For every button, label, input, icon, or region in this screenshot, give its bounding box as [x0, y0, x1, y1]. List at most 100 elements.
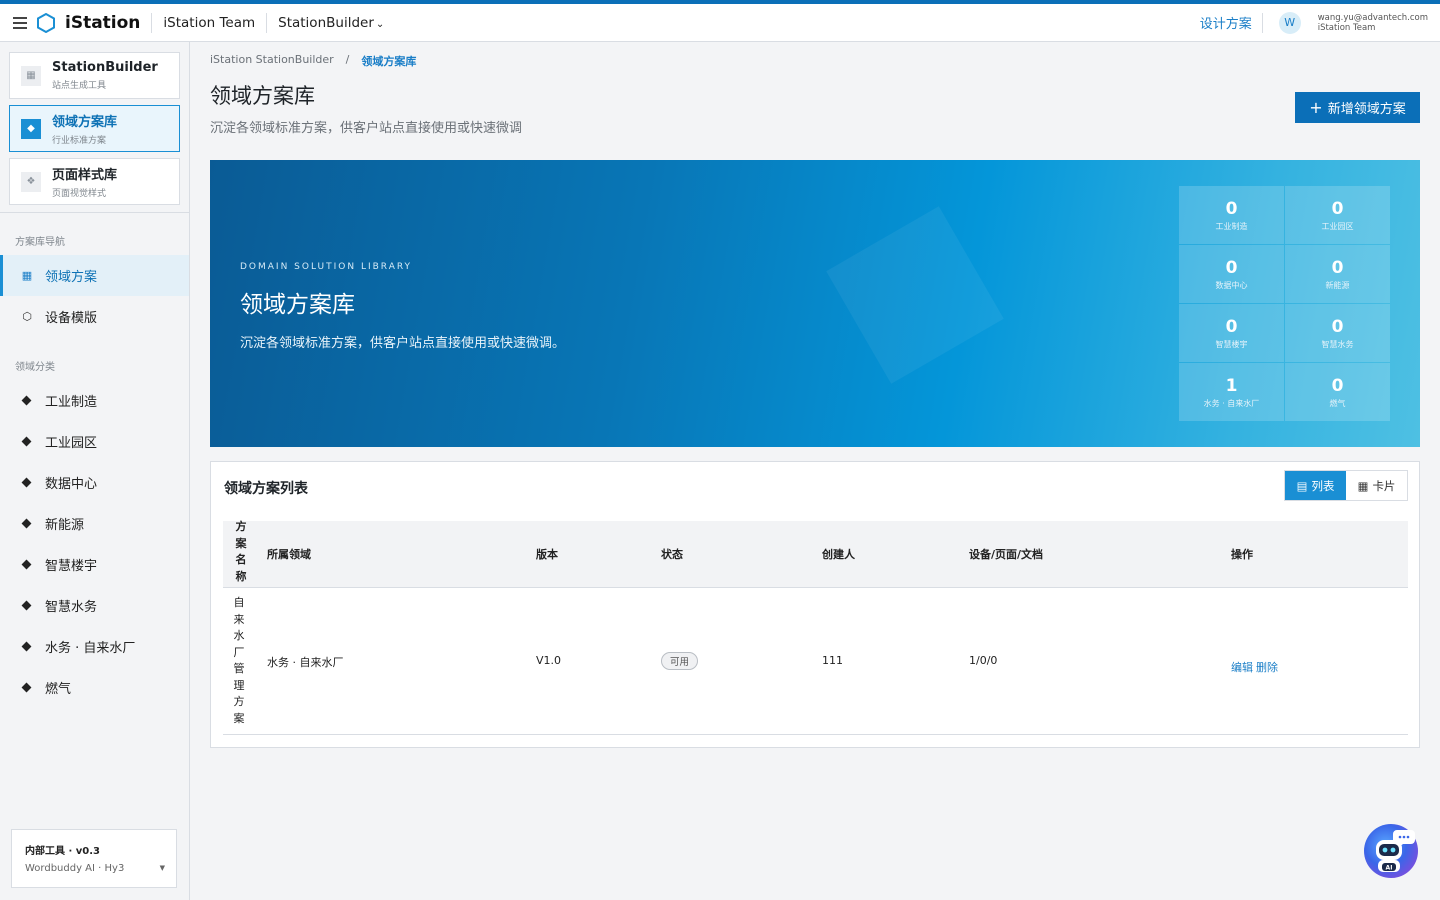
breadcrumb-root[interactable]: iStation StationBuilder — [210, 53, 334, 69]
stats-grid: 0 工业制造 0 工业园区 0 数据中心 0 新能源 0 智慧楼宇 0 智慧水务 1 水务 ·… — [1179, 186, 1390, 421]
top-bar: iStation iStation Team StationBuilder ⌄ … — [0, 4, 1440, 42]
cell-version: V1.0 — [536, 654, 562, 667]
diamond-icon — [21, 518, 32, 529]
stat-value: 0 — [1331, 316, 1344, 337]
category-item[interactable]: 水务 · 自来水厂 — [0, 626, 189, 667]
category-label: 智慧楼宇 — [45, 559, 98, 574]
internal-tool-selector[interactable]: 内部工具 · v0.3 Wordbuddy AI · Hy3 ▼ — [11, 829, 177, 888]
category-item[interactable]: 数据中心 — [0, 462, 189, 503]
cell-creator: 111 — [822, 654, 843, 667]
category-label: 新能源 — [45, 518, 85, 533]
stat-card[interactable]: 0 工业园区 — [1285, 186, 1390, 244]
stat-label: 水务 · 自来水厂 — [1203, 398, 1260, 408]
cell-counts: 1/0/0 — [969, 654, 998, 667]
view-list-button[interactable]: ▤ 列表 — [1285, 471, 1346, 500]
user-email: wang.yu@advantech.com — [1317, 12, 1428, 23]
robot-icon: AI — [1376, 830, 1415, 872]
edit-link[interactable]: 编辑 — [1231, 659, 1253, 675]
breadcrumb-separator: / — [345, 53, 350, 66]
stat-card[interactable]: 0 新能源 — [1285, 245, 1390, 303]
app-card-page-styles[interactable]: ❖ 页面样式库 页面视觉样式 — [9, 158, 180, 205]
product-switcher[interactable]: StationBuilder ⌄ — [278, 15, 384, 31]
stat-value: 0 — [1225, 257, 1238, 278]
category-label: 燃气 — [45, 682, 72, 697]
stat-label: 工业制造 — [1215, 221, 1248, 231]
diamond-icon — [21, 559, 32, 570]
stat-card[interactable]: 0 智慧楼宇 — [1179, 304, 1284, 362]
hexagon-logo-icon — [37, 12, 55, 33]
diamond-icon — [21, 600, 32, 611]
ai-assistant-button[interactable]: AI — [1364, 824, 1418, 878]
add-domain-solution-button[interactable]: + 新增领域方案 — [1295, 92, 1420, 123]
tool-model: Wordbuddy AI · Hy3 — [25, 863, 125, 874]
hero-title: 领域方案库 — [240, 292, 355, 318]
diamond-icon — [21, 477, 32, 488]
divider — [1261, 12, 1263, 33]
category-label: 水务 · 自来水厂 — [45, 641, 136, 656]
column-header-creator[interactable]: 创建人 — [822, 546, 855, 562]
grid-icon: ▦ — [21, 269, 33, 282]
sidebar-item-label: 领域方案 — [45, 270, 98, 285]
sidebar-item-domain-solutions[interactable]: ▦ 领域方案 — [0, 255, 189, 296]
app-card-domain-library[interactable]: ◆ 领域方案库 行业标准方案 — [9, 105, 180, 152]
user-info[interactable]: wang.yu@advantech.com iStation Team — [1318, 13, 1428, 33]
stat-card[interactable]: 0 智慧水务 — [1285, 304, 1390, 362]
app-card-stationbuilder[interactable]: ▦ StationBuilder 站点生成工具 — [9, 52, 180, 99]
page-subtitle: 沉淀各领域标准方案，供客户站点直接使用或快速微调 — [210, 121, 523, 136]
view-card-button[interactable]: ▦ 卡片 — [1346, 471, 1407, 500]
category-label: 工业园区 — [45, 436, 98, 451]
product-label: StationBuilder — [278, 14, 374, 31]
sidebar-item-label: 设备模版 — [45, 311, 98, 326]
column-header-actions: 操作 — [1231, 548, 1253, 561]
hexagon-icon: ⬡ — [22, 310, 32, 323]
column-header-name[interactable]: 方案名称 — [234, 519, 248, 585]
view-toggle: ▤ 列表 ▦ 卡片 — [1284, 470, 1408, 501]
team-name: iStation Team — [163, 14, 256, 31]
category-label: 数据中心 — [45, 477, 98, 492]
stat-label: 工业园区 — [1321, 221, 1354, 231]
app-card-title: StationBuilder — [52, 60, 158, 75]
column-header-domain[interactable]: 所属领域 — [267, 546, 311, 562]
stat-card[interactable]: 0 工业制造 — [1179, 186, 1284, 244]
avatar[interactable]: W — [1278, 11, 1301, 34]
hero-banner: DOMAIN SOLUTION LIBRARY 领域方案库 沉淀各领域标准方案，… — [210, 160, 1420, 447]
button-label: 新增领域方案 — [1327, 102, 1406, 117]
app-card-subtitle: 页面视觉样式 — [52, 189, 107, 199]
sidebar: ▦ StationBuilder 站点生成工具 ◆ 领域方案库 行业标准方案 ❖… — [0, 42, 190, 900]
table-row[interactable]: 自来水厂管理方案 水务 · 自来水厂 V1.0 可用 111 1/0/0 编辑 … — [223, 588, 1408, 735]
list-icon: ▤ — [1296, 478, 1308, 493]
sidebar-item-device-templates[interactable]: ⬡ 设备模版 — [0, 296, 189, 337]
stat-card[interactable]: 0 燃气 — [1285, 363, 1390, 421]
menu-icon[interactable] — [13, 16, 27, 29]
view-card-label: 卡片 — [1372, 478, 1396, 493]
category-item[interactable]: 新能源 — [0, 503, 189, 544]
stat-card[interactable]: 1 水务 · 自来水厂 — [1179, 363, 1284, 421]
category-label: 工业制造 — [45, 395, 98, 410]
column-header-status[interactable]: 状态 — [661, 546, 683, 562]
app-card-subtitle: 行业标准方案 — [52, 136, 107, 146]
category-item[interactable]: 智慧水务 — [0, 585, 189, 626]
divider — [266, 12, 268, 33]
column-header-version[interactable]: 版本 — [536, 546, 558, 562]
stat-value: 0 — [1225, 316, 1238, 337]
category-item[interactable]: 工业园区 — [0, 421, 189, 462]
grid-icon: ▦ — [21, 65, 41, 86]
stat-value: 0 — [1331, 375, 1344, 396]
stat-card[interactable]: 0 数据中心 — [1179, 245, 1284, 303]
page-title: 领域方案库 — [210, 84, 315, 108]
brand-name[interactable]: iStation — [65, 13, 140, 33]
column-header-counts[interactable]: 设备/页面/文档 — [969, 546, 1043, 562]
decorative-square — [826, 206, 1004, 384]
sidebar-divider — [0, 212, 189, 213]
stat-label: 数据中心 — [1215, 280, 1248, 290]
style-icon: ❖ — [21, 171, 41, 192]
stat-value: 0 — [1225, 198, 1238, 219]
category-item[interactable]: 智慧楼宇 — [0, 544, 189, 585]
app-card-title: 领域方案库 — [52, 115, 118, 130]
stat-label: 智慧水务 — [1321, 339, 1354, 349]
category-item[interactable]: 工业制造 — [0, 380, 189, 421]
category-item[interactable]: 燃气 — [0, 667, 189, 708]
delete-link[interactable]: 删除 — [1256, 659, 1278, 675]
app-card-subtitle: 站点生成工具 — [52, 81, 107, 91]
design-solution-link[interactable]: 设计方案 — [1200, 13, 1252, 32]
